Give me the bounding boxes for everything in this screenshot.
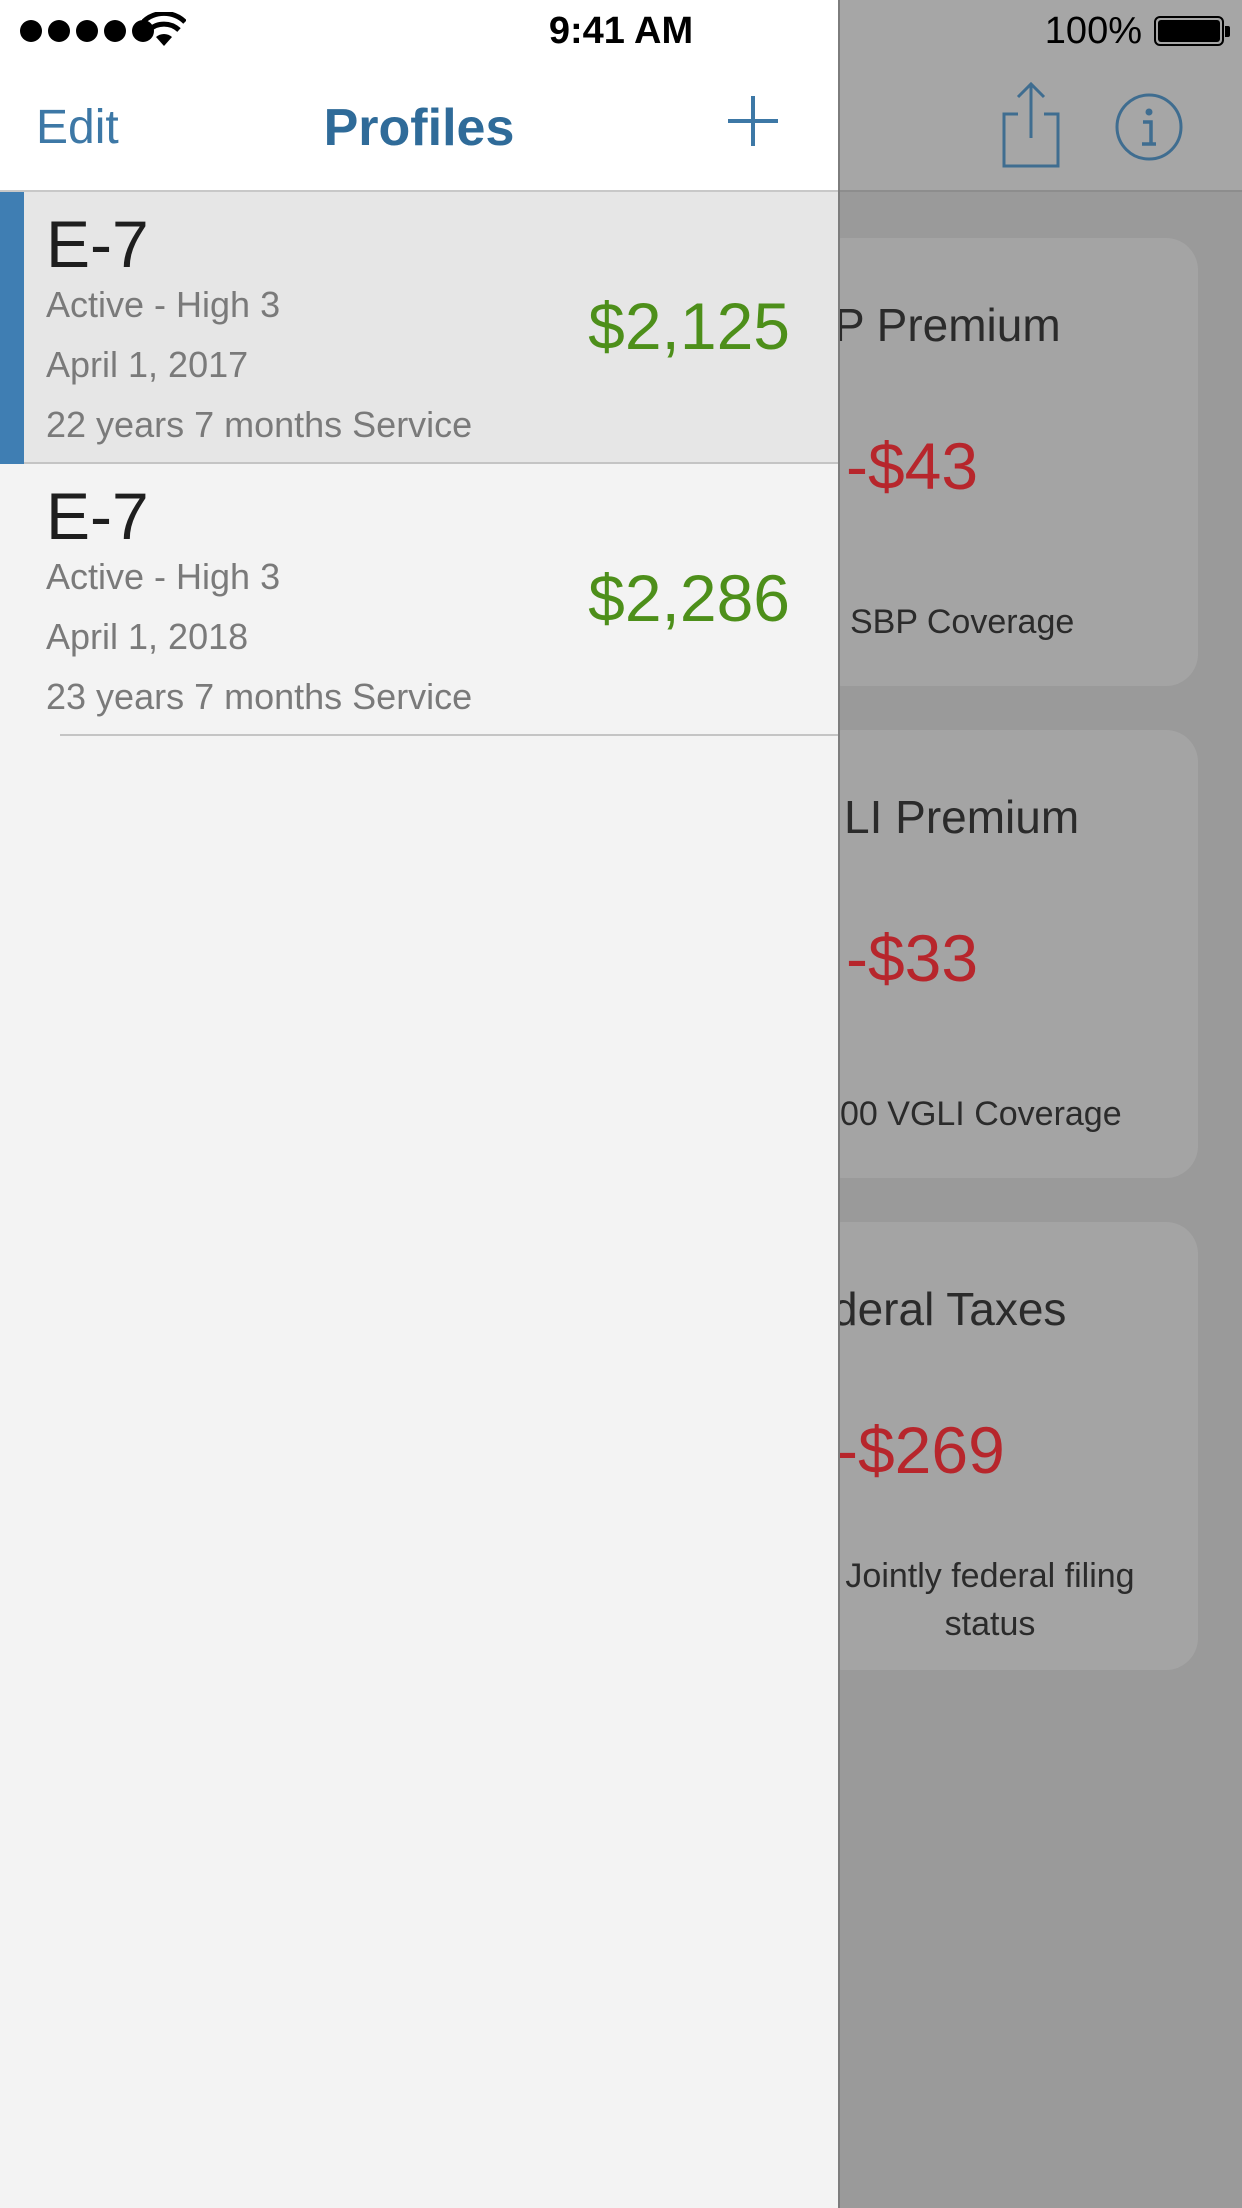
profile-amount: $2,286 [588,561,790,635]
vgli-card[interactable]: LI Premium -$33 00 VGLI Coverage [810,730,1198,1178]
profile-rank: E-7 [46,479,149,553]
profile-row-2[interactable]: E-7 Active - High 3 April 1, 2018 23 yea… [0,464,838,736]
row-divider [60,734,838,736]
info-icon[interactable] [1114,92,1184,162]
profile-status: Active - High 3 [46,556,281,597]
card-note: Jointly federal filing status [845,1557,1135,1643]
profile-date: April 1, 2017 [46,344,249,385]
profile-status: Active - High 3 [46,284,281,325]
card-note: 00 VGLI Coverage [840,1095,1122,1133]
profile-date: April 1, 2018 [46,616,249,657]
profiles-drawer: Edit Profiles E-7 Active - High 3 April … [0,0,840,2208]
card-title: deral Taxes [832,1283,1067,1335]
card-amount: -$269 [836,1413,1005,1487]
share-icon[interactable] [996,80,1066,170]
status-bar: 9:41 AM 100% [0,0,1242,60]
profile-row-1[interactable]: E-7 Active - High 3 April 1, 2017 22 yea… [0,192,838,464]
plus-icon[interactable] [724,92,782,150]
card-amount: -$43 [846,429,979,503]
battery-icon [1154,16,1230,46]
card-title: P Premium [834,299,1061,351]
profile-service: 22 years 7 months Service [46,404,473,445]
federal-taxes-card[interactable]: deral Taxes -$269 Jointly federal filing… [810,1222,1198,1670]
drawer-title: Profiles [323,99,515,157]
profile-service: 23 years 7 months Service [46,676,473,717]
card-title: LI Premium [844,791,1080,843]
card-amount: -$33 [846,921,979,995]
profile-amount: $2,125 [588,289,790,363]
selection-indicator [0,192,24,464]
card-note: SBP Coverage [850,603,1075,641]
sbp-card[interactable]: P Premium -$43 SBP Coverage [810,238,1198,686]
battery-percentage: 100% [1044,10,1142,52]
profile-rank: E-7 [46,207,149,281]
